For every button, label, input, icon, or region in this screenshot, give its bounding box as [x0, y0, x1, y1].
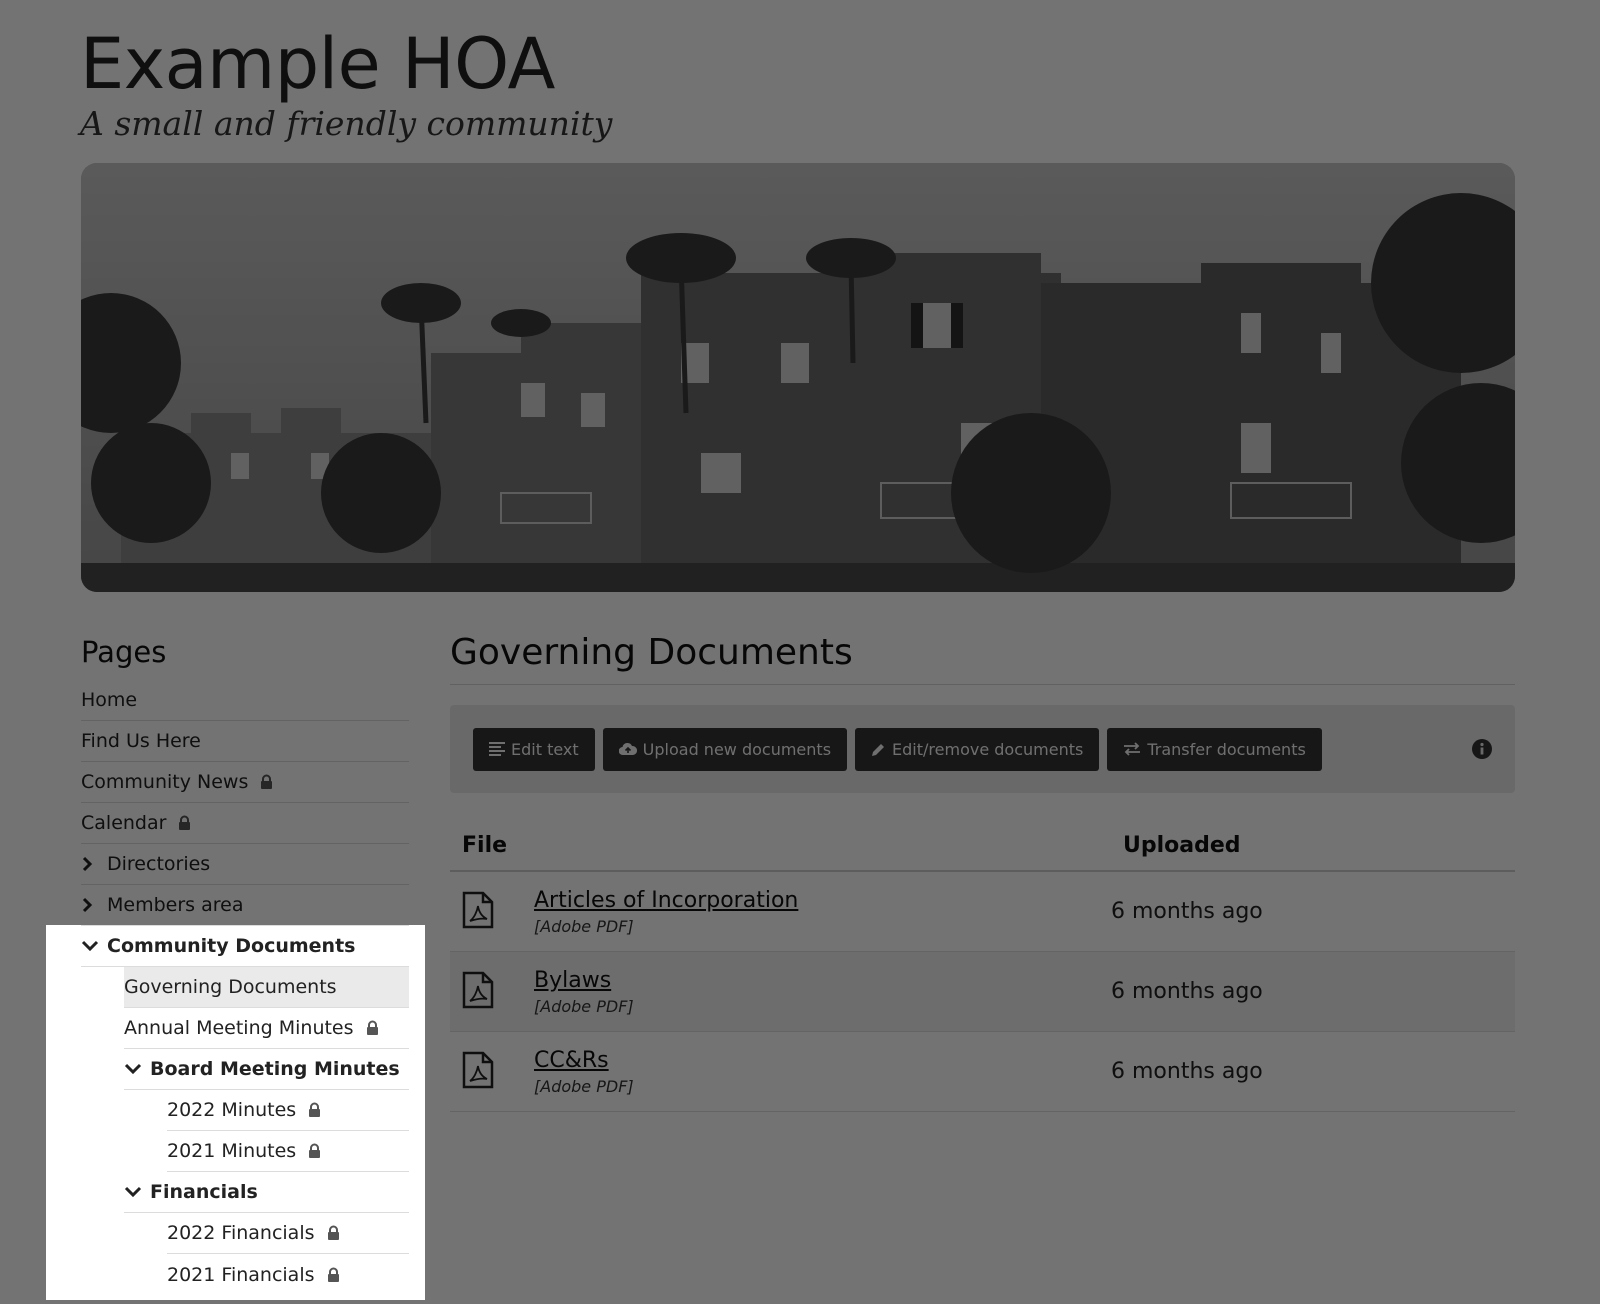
sidebar-item-home[interactable]: Home: [81, 680, 409, 721]
lock-icon: [260, 774, 273, 790]
sidebar-item-label: Home: [81, 689, 138, 711]
sidebar-item-financials[interactable]: Financials: [124, 1172, 409, 1213]
file-cell: Articles of Incorporation [Adobe PDF]: [534, 871, 1111, 952]
sidebar-item-label: Annual Meeting Minutes: [124, 1017, 354, 1039]
table-row: Bylaws [Adobe PDF] 6 months ago: [450, 951, 1515, 1032]
sidebar-nav: Pages Home Find Us Here Community News C…: [81, 630, 409, 1295]
page-title: Governing Documents: [450, 630, 1515, 685]
sidebar-item-2021-minutes[interactable]: 2021 Minutes: [167, 1131, 409, 1172]
sidebar-item-label: Directories: [107, 853, 211, 875]
cloud-upload-icon: [618, 742, 637, 756]
sidebar-item-community-documents[interactable]: Community Documents: [81, 926, 409, 967]
sidebar-item-community-news[interactable]: Community News: [81, 762, 409, 803]
file-link[interactable]: CC&Rs: [534, 1048, 1111, 1073]
table-row: CC&Rs [Adobe PDF] 6 months ago: [450, 1031, 1515, 1112]
chevron-right-icon[interactable]: [81, 856, 107, 872]
lock-icon: [308, 1143, 321, 1159]
edit-remove-documents-label: Edit/remove documents: [892, 739, 1084, 759]
sidebar-heading: Pages: [81, 635, 167, 669]
pdf-file-icon: [462, 971, 494, 1008]
sidebar-item-2021-financials[interactable]: 2021 Financials: [167, 1254, 409, 1295]
file-cell: Bylaws [Adobe PDF]: [534, 951, 1111, 1032]
pdf-file-icon: [462, 1051, 494, 1088]
sidebar-item-label: Community Documents: [107, 935, 356, 957]
info-icon[interactable]: [1471, 738, 1493, 760]
sidebar-item-2022-minutes[interactable]: 2022 Minutes: [167, 1090, 409, 1131]
file-icon-cell: [450, 1031, 534, 1112]
sidebar-item-label: Community News: [81, 771, 249, 793]
sidebar-item-label: 2021 Minutes: [167, 1140, 297, 1162]
uploaded-cell: 6 months ago: [1111, 1031, 1515, 1112]
transfer-documents-label: Transfer documents: [1147, 739, 1306, 759]
edit-remove-documents-button[interactable]: Edit/remove documents: [855, 727, 1100, 771]
chevron-right-icon[interactable]: [81, 897, 107, 913]
table-header-row: File Uploaded: [450, 833, 1515, 872]
lock-icon: [366, 1020, 379, 1036]
sidebar-item-label: 2022 Minutes: [167, 1099, 297, 1121]
sidebar-item-directories[interactable]: Directories: [81, 844, 409, 885]
sidebar-item-label: Members area: [107, 894, 244, 916]
lock-icon: [178, 815, 191, 831]
upload-documents-label: Upload new documents: [642, 739, 832, 759]
sidebar-item-label: Board Meeting Minutes: [150, 1058, 400, 1080]
chevron-down-icon[interactable]: [124, 1186, 150, 1198]
documents-table: File Uploaded Articles of Incorporation …: [450, 833, 1515, 1112]
edit-text-label: Edit text: [511, 739, 579, 759]
file-type: [Adobe PDF]: [534, 1076, 634, 1096]
align-left-icon: [489, 742, 505, 756]
site-tagline: A small and friendly community: [80, 104, 613, 143]
sidebar-item-label: 2021 Financials: [167, 1263, 315, 1286]
chevron-down-icon[interactable]: [81, 940, 107, 952]
lock-icon: [308, 1102, 321, 1118]
file-link[interactable]: Bylaws: [534, 968, 1111, 993]
sidebar-item-calendar[interactable]: Calendar: [81, 803, 409, 844]
transfer-arrows-icon: [1124, 742, 1141, 756]
lock-icon: [327, 1267, 340, 1283]
table-row: Articles of Incorporation [Adobe PDF] 6 …: [450, 871, 1515, 952]
chevron-down-icon[interactable]: [124, 1063, 150, 1075]
sidebar-item-find-us-here[interactable]: Find Us Here: [81, 721, 409, 762]
main-content: Governing Documents Edit text Upload new…: [450, 630, 1515, 1112]
sidebar-item-label: 2022 Financials: [167, 1222, 315, 1244]
file-cell: CC&Rs [Adobe PDF]: [534, 1031, 1111, 1112]
sidebar-item-label: Governing Documents: [124, 976, 337, 998]
document-toolbar: Edit text Upload new documents Edit/remo…: [450, 705, 1515, 793]
uploaded-cell: 6 months ago: [1111, 871, 1515, 952]
sidebar-item-governing-documents[interactable]: Governing Documents: [124, 967, 409, 1008]
sidebar-item-annual-meeting-minutes[interactable]: Annual Meeting Minutes: [124, 1008, 409, 1049]
upload-documents-button[interactable]: Upload new documents: [602, 727, 848, 771]
site-title[interactable]: Example HOA: [80, 24, 555, 104]
banner-image: [81, 163, 1515, 592]
sidebar-item-2022-financials[interactable]: 2022 Financials: [167, 1213, 409, 1254]
sidebar-item-label: Calendar: [81, 812, 167, 834]
file-icon-cell: [450, 871, 534, 952]
uploaded-cell: 6 months ago: [1111, 951, 1515, 1032]
column-header-file[interactable]: File: [450, 833, 1111, 872]
sidebar-item-label: Find Us Here: [81, 730, 201, 752]
sidebar-item-label: Financials: [150, 1181, 258, 1203]
sidebar-item-members-area[interactable]: Members area: [81, 885, 409, 926]
edit-text-button[interactable]: Edit text: [473, 727, 595, 771]
column-header-uploaded[interactable]: Uploaded: [1111, 833, 1515, 872]
file-icon-cell: [450, 951, 534, 1032]
pdf-file-icon: [462, 891, 494, 928]
page: Example HOA A small and friendly communi…: [0, 0, 1600, 1304]
transfer-documents-button[interactable]: Transfer documents: [1107, 727, 1322, 771]
sidebar-item-board-meeting-minutes[interactable]: Board Meeting Minutes: [124, 1049, 409, 1090]
pencil-icon: [872, 743, 885, 756]
file-type: [Adobe PDF]: [534, 996, 634, 1016]
file-type: [Adobe PDF]: [534, 916, 634, 936]
lock-icon: [327, 1225, 340, 1241]
file-link[interactable]: Articles of Incorporation: [534, 888, 1111, 913]
